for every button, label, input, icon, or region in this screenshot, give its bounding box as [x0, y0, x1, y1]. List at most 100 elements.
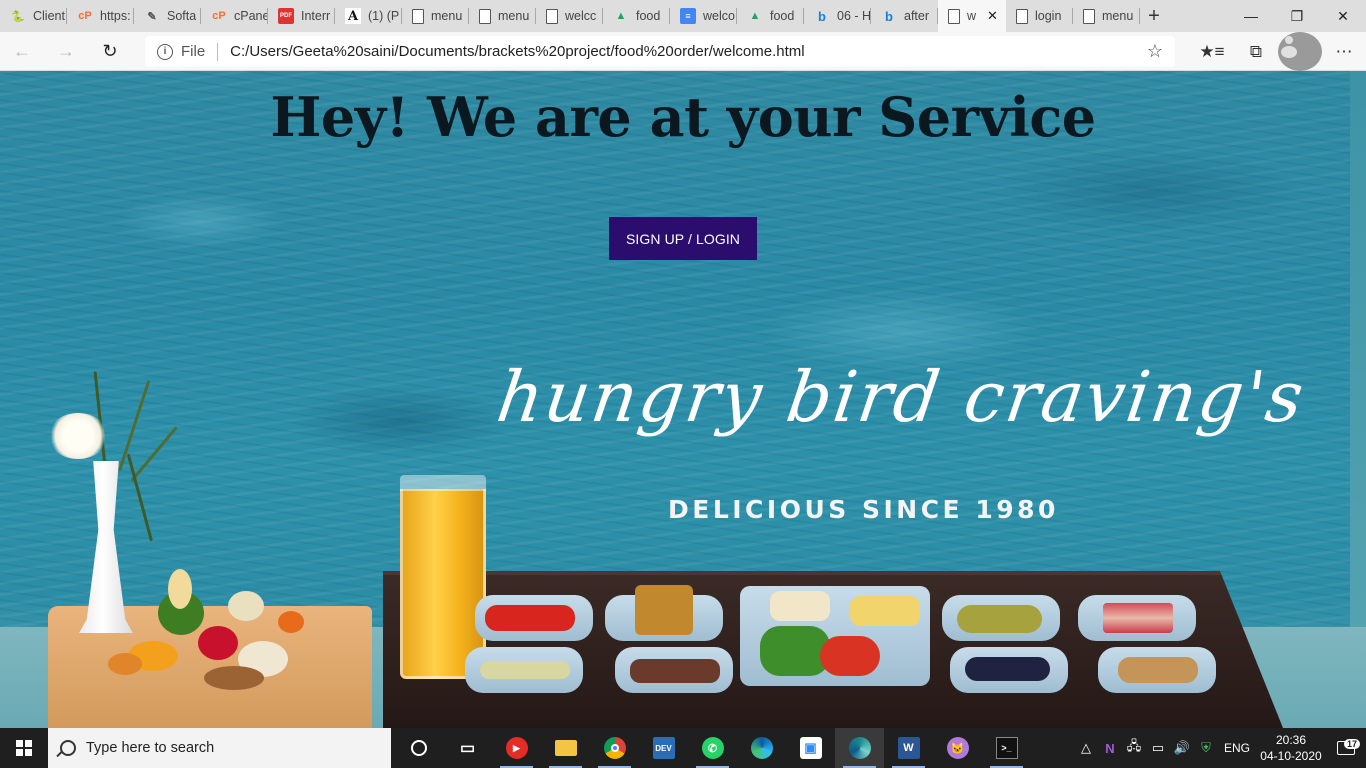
- url-separator: [217, 42, 219, 61]
- tab-softa[interactable]: ✎ Softa: [134, 0, 201, 32]
- tab-client[interactable]: 🐍 Client: [0, 0, 67, 32]
- close-window-icon[interactable]: ✕: [1320, 0, 1366, 32]
- action-center-button[interactable]: 17: [1326, 739, 1366, 755]
- file-explorer-icon[interactable]: [541, 728, 590, 768]
- dish-walnuts: [1098, 647, 1216, 693]
- language-indicator[interactable]: ENG: [1218, 741, 1256, 755]
- document-icon: [1083, 8, 1095, 24]
- edge-dev-icon[interactable]: [835, 728, 884, 768]
- edge-icon[interactable]: [737, 728, 786, 768]
- tab-label: https:: [100, 9, 131, 23]
- dev-icon[interactable]: DEV: [639, 728, 688, 768]
- task-view-icon[interactable]: ▭: [443, 728, 492, 768]
- tab-welcome-1[interactable]: welcc: [536, 0, 603, 32]
- tab-menu-3[interactable]: menu: [1073, 0, 1140, 32]
- cheese-platter-image: [108, 569, 318, 696]
- windows-logo-icon: [16, 740, 32, 756]
- tab-label: after: [904, 9, 930, 23]
- clock-date: 04-10-2020: [1260, 749, 1322, 763]
- minimize-icon[interactable]: —: [1228, 0, 1274, 32]
- tab-06[interactable]: b 06 - H: [804, 0, 871, 32]
- document-icon: [479, 8, 491, 24]
- dish-salad: [740, 586, 930, 686]
- pdf-icon: PDF: [278, 8, 294, 24]
- drive-sync-icon[interactable]: △: [1074, 740, 1098, 756]
- terminal-icon[interactable]: >_: [982, 728, 1031, 768]
- url-text[interactable]: C:/Users/Geeta%20saini/Documents/bracket…: [230, 43, 804, 60]
- url-scheme: File: [181, 43, 206, 60]
- collections-icon[interactable]: ⧉: [1234, 32, 1278, 71]
- word-icon[interactable]: W: [884, 728, 933, 768]
- tab-font-a[interactable]: A (1) (P: [335, 0, 402, 32]
- tab-label: welco: [703, 9, 735, 23]
- tab-active-welcome[interactable]: w ✕: [938, 0, 1006, 32]
- tab-food-2[interactable]: ▲ food: [737, 0, 804, 32]
- tab-label: welcc: [565, 9, 597, 23]
- tab-menu-1[interactable]: menu: [402, 0, 469, 32]
- avatar: [1278, 32, 1322, 71]
- tab-login[interactable]: login: [1006, 0, 1073, 32]
- cpanel-icon: cP: [212, 10, 226, 22]
- tab-label: (1) (P: [368, 9, 400, 23]
- tab-cpanel[interactable]: cP cPane: [201, 0, 268, 32]
- brand-script-title: hungry bird craving's: [492, 356, 1311, 438]
- tab-label: menu: [1102, 9, 1134, 23]
- tab-welcome-2[interactable]: ≡ welco: [670, 0, 737, 32]
- document-icon: [546, 8, 558, 24]
- restore-icon[interactable]: ❐: [1274, 0, 1320, 32]
- browser-toolbar: ★≡ ⧉ ⋯: [1190, 32, 1366, 71]
- tab-label: cPane: [234, 9, 268, 23]
- battery-icon[interactable]: ▭: [1146, 740, 1170, 756]
- google-docs-icon: ≡: [680, 8, 696, 24]
- clock[interactable]: 20:36 04-10-2020: [1256, 732, 1326, 764]
- volume-icon[interactable]: 🔊: [1170, 740, 1194, 756]
- profile-button[interactable]: [1278, 32, 1322, 71]
- document-icon: [1016, 8, 1028, 24]
- tab-label: w: [967, 9, 977, 23]
- search-placeholder: Type here to search: [86, 740, 215, 756]
- bing-icon: b: [885, 8, 893, 24]
- document-icon: [948, 8, 960, 24]
- google-drive-icon: ▲: [615, 10, 627, 22]
- new-tab-button[interactable]: +: [1140, 0, 1168, 32]
- defender-icon[interactable]: ⛨: [1194, 740, 1218, 756]
- close-tab-icon[interactable]: ✕: [987, 8, 998, 24]
- dish-tomatoes: [475, 595, 593, 641]
- info-icon[interactable]: i: [157, 43, 173, 60]
- onenote-icon[interactable]: N: [1098, 741, 1122, 756]
- taskbar-search[interactable]: Type here to search: [48, 728, 391, 768]
- signup-login-button[interactable]: SIGN UP / LOGIN: [609, 217, 757, 260]
- tab-https[interactable]: cP https:: [67, 0, 134, 32]
- chrome-icon[interactable]: [590, 728, 639, 768]
- tab-interr[interactable]: PDF Interr: [268, 0, 335, 32]
- favorites-icon[interactable]: ★≡: [1190, 32, 1234, 71]
- notification-count: 17: [1343, 739, 1360, 749]
- zoom-icon[interactable]: ▣: [786, 728, 835, 768]
- youtube-music-icon[interactable]: ▶: [492, 728, 541, 768]
- forward-icon[interactable]: →: [44, 32, 88, 71]
- page-viewport: Hey! We are at your Service SIGN UP / LO…: [0, 71, 1366, 728]
- refresh-icon[interactable]: ↻: [88, 32, 132, 71]
- start-button[interactable]: [0, 728, 48, 768]
- cortana-icon[interactable]: [394, 728, 443, 768]
- network-icon[interactable]: 🖧: [1122, 737, 1146, 759]
- dish-olives: [942, 595, 1060, 641]
- tab-after[interactable]: b after: [871, 0, 938, 32]
- address-bar: ← → ↻ i File C:/Users/Geeta%20saini/Docu…: [0, 32, 1366, 71]
- back-icon[interactable]: ←: [0, 32, 44, 71]
- system-tray: △ N 🖧 ▭ 🔊 ⛨ ENG 20:36 04-10-2020 17: [1074, 728, 1366, 768]
- tab-menu-2[interactable]: menu: [469, 0, 536, 32]
- url-field[interactable]: i File C:/Users/Geeta%20saini/Documents/…: [145, 36, 1175, 67]
- brand-tagline: DELICIOUS SINCE 1980: [668, 495, 1059, 524]
- tab-label: Client: [33, 9, 65, 23]
- favorite-star-icon[interactable]: ☆: [1147, 41, 1163, 62]
- tab-food-1[interactable]: ▲ food: [603, 0, 670, 32]
- clock-time: 20:36: [1275, 733, 1307, 747]
- cat-app-icon[interactable]: 🐱: [933, 728, 982, 768]
- document-icon: [412, 8, 424, 24]
- whatsapp-icon[interactable]: ✆: [688, 728, 737, 768]
- flower-stem: [118, 380, 151, 472]
- dish-berries: [950, 647, 1068, 693]
- more-menu-icon[interactable]: ⋯: [1322, 32, 1366, 71]
- tab-label: Interr: [301, 9, 331, 23]
